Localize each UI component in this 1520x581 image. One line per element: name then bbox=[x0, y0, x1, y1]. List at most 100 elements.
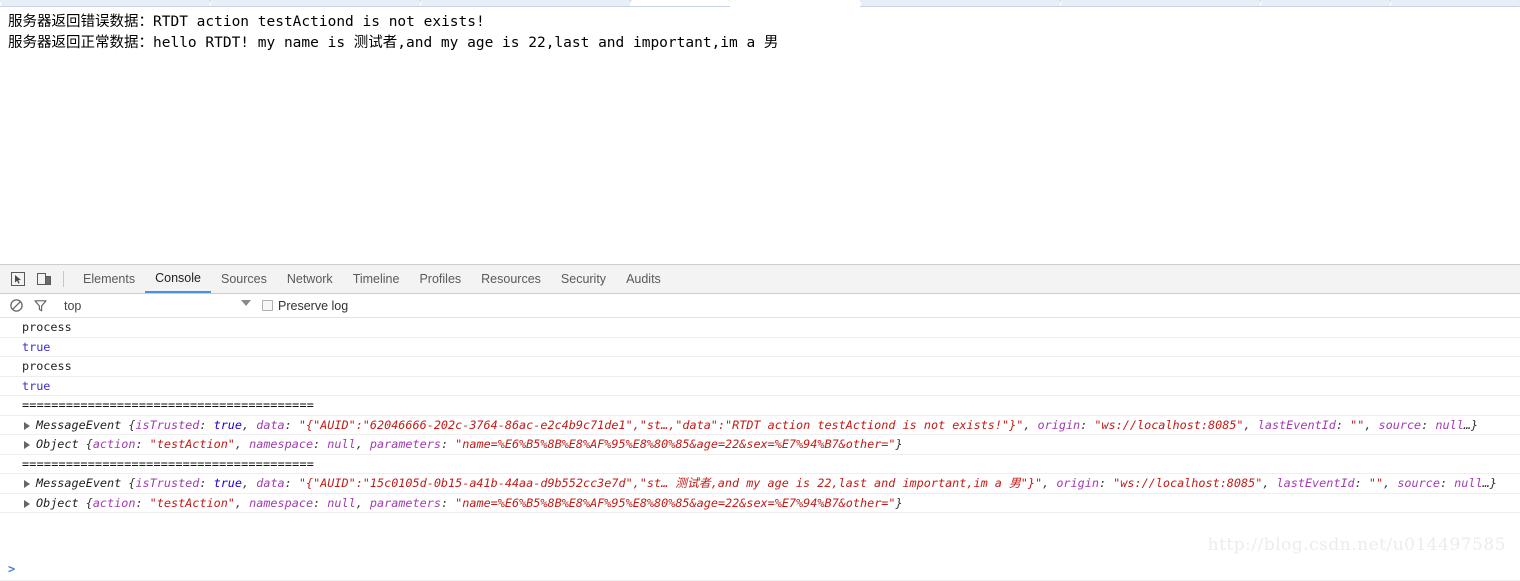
console-token-pun: : bbox=[313, 495, 328, 510]
console-token-pun: : bbox=[135, 437, 150, 451]
preserve-log-control[interactable]: Preserve log bbox=[262, 299, 348, 313]
tab-resources[interactable]: Resources bbox=[471, 265, 551, 293]
tab-profiles[interactable]: Profiles bbox=[409, 265, 471, 293]
devtools-toolbar: Elements Console Sources Network Timelin… bbox=[0, 265, 1520, 294]
browser-tab[interactable] bbox=[1260, 0, 1392, 6]
execution-context-selector[interactable]: top bbox=[64, 299, 81, 313]
browser-tab[interactable] bbox=[0, 0, 212, 6]
console-token-pun: , bbox=[355, 437, 370, 451]
console-token-str: "name=%E6%B5%8B%E8%AF%95%E8%80%85&age=22… bbox=[455, 495, 896, 510]
console-token-key: parameters bbox=[369, 437, 441, 451]
console-row-value[interactable]: true bbox=[0, 338, 1520, 357]
browser-tab-active[interactable] bbox=[630, 0, 732, 6]
console-token-pun: : bbox=[1439, 476, 1455, 490]
console-token-pun: : bbox=[1098, 476, 1114, 490]
console-token-pun: : bbox=[313, 437, 328, 451]
console-token-pun: , bbox=[1262, 476, 1277, 490]
tab-console[interactable]: Console bbox=[145, 265, 211, 293]
console-token-key: isTrusted bbox=[135, 417, 200, 432]
console-token-pun: , bbox=[242, 417, 257, 432]
console-row-separator[interactable]: ======================================== bbox=[0, 455, 1520, 474]
console-token-pun: , bbox=[234, 437, 250, 451]
console-token-str: "name=%E6%B5%8B%E8%AF%95%E8%80%85&age=22… bbox=[455, 437, 896, 451]
console-token-cls: Object bbox=[36, 437, 86, 451]
console-output[interactable]: process true process true ==================… bbox=[0, 318, 1520, 558]
tab-audits[interactable]: Audits bbox=[616, 265, 671, 293]
console-token-pun: , bbox=[242, 476, 257, 490]
console-token-key: source bbox=[1378, 417, 1422, 432]
console-token-pun: …} bbox=[1463, 417, 1479, 432]
console-token-key: lastEventId bbox=[1257, 417, 1336, 432]
console-token-pun: , bbox=[234, 495, 250, 510]
console-row-text[interactable]: process bbox=[0, 357, 1520, 377]
console-row-object[interactable]: Object {action: "testAction", namespace:… bbox=[0, 494, 1520, 513]
console-token-key: origin bbox=[1056, 476, 1099, 490]
console-token-num: true bbox=[213, 476, 243, 490]
browser-tab[interactable] bbox=[1390, 0, 1520, 6]
chevron-down-icon[interactable] bbox=[241, 300, 251, 306]
console-token-null: null bbox=[1435, 417, 1464, 432]
console-token-pun: , bbox=[355, 495, 370, 510]
disclosure-triangle-icon[interactable] bbox=[24, 441, 30, 449]
console-token-pun: , bbox=[1364, 417, 1379, 432]
console-token-cls: MessageEvent bbox=[36, 476, 129, 490]
console-token-key: source bbox=[1397, 476, 1440, 490]
console-row-text[interactable]: process bbox=[0, 318, 1520, 338]
console-token-pun: { bbox=[85, 495, 93, 510]
devtools-tab-bar: Elements Console Sources Network Timelin… bbox=[73, 265, 671, 293]
inspect-element-icon[interactable] bbox=[5, 266, 31, 292]
console-token-str: "" bbox=[1368, 476, 1384, 490]
console-token-pun: } bbox=[895, 437, 903, 451]
tab-network[interactable]: Network bbox=[277, 265, 343, 293]
console-token-str: "{"AUID":"62046666-202c-3764-86ac-e2c4b9… bbox=[298, 417, 1024, 432]
preserve-log-label: Preserve log bbox=[278, 298, 349, 313]
devtools-panel: Elements Console Sources Network Timelin… bbox=[0, 264, 1520, 581]
browser-tab[interactable] bbox=[420, 0, 632, 6]
console-token-key: namespace bbox=[249, 495, 314, 510]
console-row-object[interactable]: MessageEvent {isTrusted: true, data: "{"… bbox=[0, 416, 1520, 435]
tab-security[interactable]: Security bbox=[551, 265, 616, 293]
browser-tab[interactable] bbox=[860, 0, 1062, 6]
console-token-pun: : bbox=[284, 476, 299, 490]
console-prompt-row[interactable]: > bbox=[0, 558, 1520, 581]
console-row-object[interactable]: Object {action: "testAction", namespace:… bbox=[0, 435, 1520, 455]
page-text-line-normal: 服务器返回正常数据：hello RTDT! my name is 测试者,and… bbox=[8, 35, 779, 51]
browser-tab-strip bbox=[0, 0, 1520, 8]
console-row-separator[interactable]: ======================================== bbox=[0, 396, 1520, 416]
console-token-pun: , bbox=[1383, 476, 1398, 490]
console-token-key: parameters bbox=[369, 495, 441, 510]
console-token-pun: : bbox=[1354, 476, 1369, 490]
browser-tab[interactable] bbox=[1060, 0, 1262, 6]
disclosure-triangle-icon[interactable] bbox=[24, 480, 30, 488]
console-token-pun: : bbox=[135, 495, 150, 510]
disclosure-triangle-icon[interactable] bbox=[24, 499, 30, 508]
page-text-line-error: 服务器返回错误数据：RTDT action testActiond is not… bbox=[8, 14, 485, 30]
browser-window: 服务器返回错误数据：RTDT action testActiond is not… bbox=[0, 0, 1520, 581]
console-token-pun: : bbox=[284, 417, 299, 432]
device-toolbar-icon[interactable] bbox=[31, 266, 57, 292]
preserve-log-checkbox[interactable] bbox=[262, 300, 273, 311]
console-token-pun: , bbox=[1042, 476, 1057, 490]
console-token-key: data bbox=[256, 417, 285, 432]
tab-elements[interactable]: Elements bbox=[73, 265, 145, 293]
console-row-value[interactable]: true bbox=[0, 377, 1520, 396]
console-filter-bar: top Preserve log bbox=[0, 294, 1520, 318]
console-token-str: "testAction" bbox=[149, 495, 235, 510]
page-viewport: 服务器返回错误数据：RTDT action testActiond is not… bbox=[0, 8, 1520, 264]
console-token-key: action bbox=[92, 495, 136, 510]
filter-icon[interactable] bbox=[28, 295, 52, 317]
tab-timeline[interactable]: Timeline bbox=[343, 265, 410, 293]
browser-tab[interactable] bbox=[210, 0, 422, 6]
disclosure-triangle-icon[interactable] bbox=[24, 421, 30, 430]
tab-sources[interactable]: Sources bbox=[211, 265, 277, 293]
console-token-str: "ws://localhost:8085" bbox=[1094, 417, 1244, 432]
console-token-null: null bbox=[1454, 476, 1483, 490]
console-token-str: "" bbox=[1350, 417, 1365, 432]
clear-console-icon[interactable] bbox=[4, 295, 28, 317]
console-token-pun: : bbox=[1335, 417, 1351, 432]
console-token-cls: Object bbox=[36, 495, 86, 510]
console-row-object[interactable]: MessageEvent {isTrusted: true, data: "{"… bbox=[0, 474, 1520, 494]
console-token-pun: : bbox=[1421, 417, 1436, 432]
console-token-pun: …} bbox=[1482, 476, 1497, 490]
console-token-pun: : bbox=[440, 437, 456, 451]
